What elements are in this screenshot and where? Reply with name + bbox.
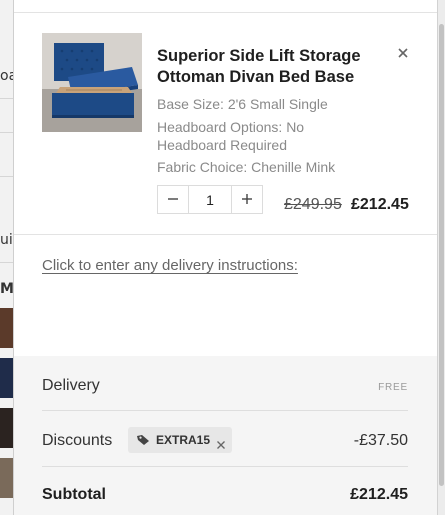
delivery-label: Delivery: [42, 377, 100, 394]
subtotal-row: Subtotal £212.45: [42, 468, 408, 515]
discount-badge: EXTRA15: [128, 427, 233, 453]
background-divider: [0, 262, 13, 263]
delivery-row: Delivery FREE: [42, 356, 408, 411]
product-option-headboard: Headboard Options: No: [157, 119, 305, 135]
close-icon[interactable]: [396, 45, 410, 59]
background-divider: [0, 176, 13, 177]
product-option-base-size: Base Size: 2'6 Small Single: [157, 96, 328, 112]
background-divider: [0, 98, 13, 99]
delivery-instructions-link[interactable]: Click to enter any delivery instructions…: [42, 257, 298, 274]
decrease-quantity-button[interactable]: [158, 186, 188, 213]
subtotal-label: Subtotal: [42, 486, 106, 503]
scrollbar[interactable]: [437, 0, 445, 515]
cart-line-item: Superior Side Lift Storage Ottoman Divan…: [14, 13, 437, 235]
background-thumbnail: [0, 408, 13, 448]
plus-icon: [241, 190, 253, 209]
background-page: oa uir M: [0, 0, 14, 515]
subtotal-value: £212.45: [350, 486, 408, 503]
background-text-fragment: uir: [0, 232, 13, 248]
background-thumbnail: [0, 458, 13, 498]
product-option-headboard-value: Headboard Required: [157, 137, 287, 153]
scrollbar-thumb[interactable]: [439, 24, 444, 486]
background-text-fragment: oa: [0, 68, 13, 84]
product-title[interactable]: Superior Side Lift Storage Ottoman Divan…: [157, 46, 382, 88]
increase-quantity-button[interactable]: [232, 186, 262, 213]
tag-icon: [136, 431, 150, 450]
quantity-stepper: 1: [157, 185, 263, 214]
delivery-value: FREE: [378, 382, 408, 393]
cart-drawer: Superior Side Lift Storage Ottoman Divan…: [14, 0, 437, 515]
background-thumbnail: [0, 358, 13, 398]
background-text-fragment: M: [0, 281, 14, 297]
minus-icon: [167, 190, 179, 209]
background-divider: [0, 132, 13, 133]
remove-discount-icon[interactable]: [216, 435, 226, 449]
background-thumbnail: [0, 308, 13, 348]
product-option-fabric: Fabric Choice: Chenille Mink: [157, 159, 336, 175]
discount-value: -£37.50: [353, 432, 408, 449]
discount-code: EXTRA15: [156, 433, 211, 447]
product-image[interactable]: [42, 33, 142, 132]
discounts-row: Discounts EXTRA15 -£37.50: [42, 412, 408, 467]
discounts-label: Discounts: [42, 432, 113, 449]
original-price: £249.95: [284, 196, 342, 213]
quantity-input[interactable]: 1: [188, 186, 232, 213]
order-summary: Delivery FREE Discounts EXTRA15 -£37.50 …: [14, 356, 437, 515]
current-price: £212.45: [351, 196, 409, 213]
